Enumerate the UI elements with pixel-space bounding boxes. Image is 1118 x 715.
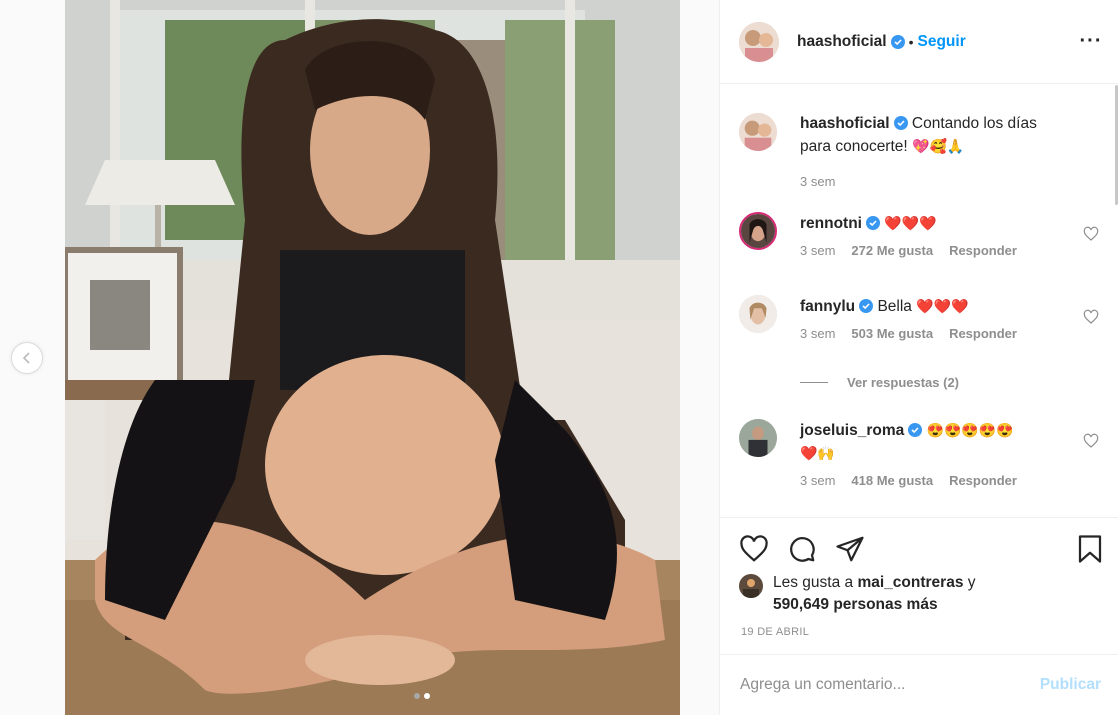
verified-badge-icon <box>890 34 905 49</box>
post-header: haashoficial • Seguir ··· <box>720 0 1118 84</box>
post-sidebar: haashoficial • Seguir ··· haashoficial C… <box>719 0 1118 715</box>
comment-likes[interactable]: 272 Me gusta <box>851 243 933 258</box>
likes-count[interactable]: 590,649 personas más <box>773 596 938 613</box>
replies-divider <box>800 382 828 383</box>
caption-line-1: Contando los días <box>911 115 1037 132</box>
comment-username[interactable]: fannylu <box>800 298 855 315</box>
avatar-image <box>741 214 775 248</box>
comment: joseluis_roma 😍😍😍😍😍 ❤️🙌 3 sem 418 Me gus… <box>739 419 1099 488</box>
comment-username[interactable]: joseluis_roma <box>800 422 904 439</box>
avatar-image <box>739 295 777 333</box>
follow-button[interactable]: Seguir <box>918 33 966 51</box>
caption: haashoficial Contando los días para cono… <box>739 113 1099 189</box>
avatar[interactable] <box>739 21 779 62</box>
chevron-left-icon <box>22 352 30 364</box>
comment-body: Bella <box>877 298 912 315</box>
carousel-prev-button[interactable] <box>11 342 43 374</box>
comment-likes[interactable]: 418 Me gusta <box>851 473 933 488</box>
heart-icon[interactable] <box>1083 226 1099 242</box>
comment-bubble-icon[interactable] <box>787 534 817 564</box>
likes-prefix: Les gusta a <box>773 574 854 591</box>
verified-badge-icon <box>893 116 908 130</box>
likes-text: Les gusta a mai_contreras y 590,649 pers… <box>773 572 976 616</box>
comments-list[interactable]: haashoficial Contando los días para cono… <box>720 85 1118 517</box>
comment-likes[interactable]: 503 Me gusta <box>851 326 933 341</box>
comment-input[interactable] <box>740 676 1040 694</box>
verified-badge-icon <box>859 299 874 313</box>
caption-emojis: 💖🥰🙏 <box>912 138 965 154</box>
comment-username[interactable]: rennotni <box>800 215 862 232</box>
post-comment-button[interactable]: Publicar <box>1040 676 1101 694</box>
caption-line-2: para conocerte! <box>800 138 908 155</box>
avatar-image <box>739 113 777 151</box>
caption-meta: 3 sem <box>800 174 1099 189</box>
comment: fannylu Bella ❤️❤️❤️ 3 sem 503 Me gusta … <box>739 295 1099 341</box>
comment-emojis: ❤️❤️❤️ <box>916 298 969 314</box>
comment-time[interactable]: 3 sem <box>800 326 835 341</box>
carousel-indicator <box>414 693 430 699</box>
likes-user[interactable]: mai_contreras <box>857 574 963 591</box>
comment-time[interactable]: 3 sem <box>800 243 835 258</box>
view-replies-label: Ver respuestas (2) <box>847 375 960 390</box>
avatar[interactable] <box>739 113 777 151</box>
avatar[interactable] <box>739 574 763 598</box>
comment-meta: 3 sem 272 Me gusta Responder <box>800 243 1099 258</box>
carousel-dot <box>414 693 420 699</box>
avatar-image <box>739 574 763 598</box>
post-author-username[interactable]: haashoficial <box>797 33 887 51</box>
likes-summary: Les gusta a mai_contreras y 590,649 pers… <box>739 572 976 616</box>
comment-text: joseluis_roma 😍😍😍😍😍 ❤️🙌 <box>800 419 1099 465</box>
post-actions <box>720 517 1118 577</box>
caption-text: haashoficial Contando los días para cono… <box>800 113 1099 158</box>
comment-time[interactable]: 3 sem <box>800 473 835 488</box>
add-comment-bar: Publicar <box>720 654 1118 715</box>
post-date[interactable]: 19 DE ABRIL <box>741 626 809 638</box>
avatar[interactable] <box>739 295 777 333</box>
comment-emojis-line-2: ❤️🙌 <box>800 445 835 461</box>
comment-text: fannylu Bella ❤️❤️❤️ <box>800 295 1099 318</box>
view-replies-button[interactable]: Ver respuestas (2) <box>800 375 959 390</box>
comment-meta: 3 sem 503 Me gusta Responder <box>800 326 1099 341</box>
avatar[interactable] <box>739 419 777 457</box>
bookmark-icon[interactable] <box>1075 534 1105 564</box>
separator: • <box>908 33 914 50</box>
reply-button[interactable]: Responder <box>949 326 1017 341</box>
comment: rennotni ❤️❤️❤️ 3 sem 272 Me gusta Respo… <box>739 212 1099 258</box>
comment-emojis: ❤️❤️❤️ <box>884 215 937 231</box>
verified-badge-icon <box>866 216 880 230</box>
photo-illustration <box>65 0 680 715</box>
caption-time[interactable]: 3 sem <box>800 174 835 189</box>
heart-icon[interactable] <box>1083 309 1099 325</box>
reply-button[interactable]: Responder <box>949 473 1017 488</box>
more-options-icon[interactable]: ··· <box>1080 30 1102 52</box>
instagram-post-view: haashoficial • Seguir ··· haashoficial C… <box>0 0 1118 715</box>
avatar-image <box>739 21 779 62</box>
like-heart-icon[interactable] <box>739 534 769 564</box>
avatar[interactable] <box>739 212 777 250</box>
heart-icon[interactable] <box>1083 433 1099 449</box>
likes-suffix: y <box>967 574 976 591</box>
avatar-image <box>739 419 777 457</box>
verified-badge-icon <box>908 423 923 437</box>
comment-text: rennotni ❤️❤️❤️ <box>800 212 1099 235</box>
post-photo[interactable] <box>65 0 680 715</box>
share-icon[interactable] <box>835 534 865 564</box>
comment-meta: 3 sem 418 Me gusta Responder <box>800 473 1099 488</box>
caption-username[interactable]: haashoficial <box>800 115 890 132</box>
carousel-dot-active <box>424 693 430 699</box>
reply-button[interactable]: Responder <box>949 243 1017 258</box>
comment-emojis: 😍😍😍😍😍 <box>926 422 1014 438</box>
